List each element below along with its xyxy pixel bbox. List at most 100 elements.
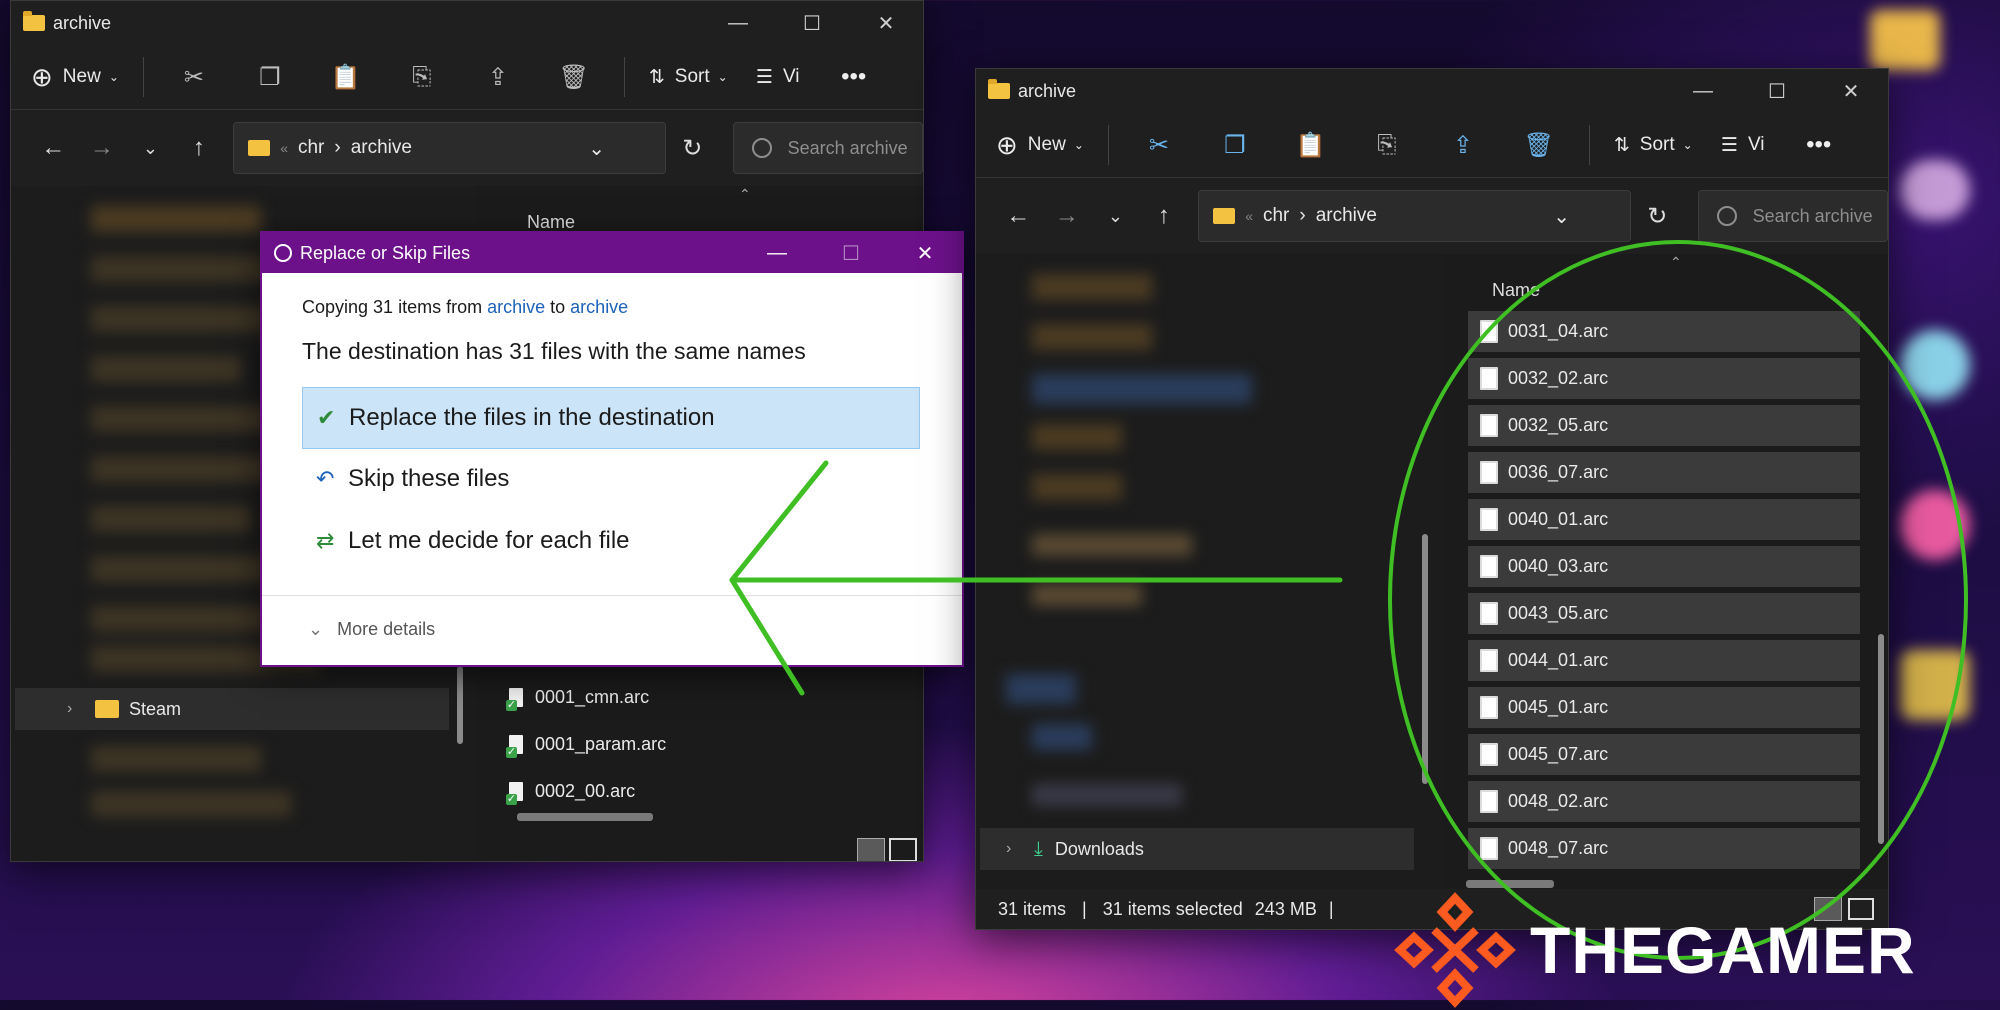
address-bar[interactable]: « chr › archive ⌄ — [233, 122, 667, 174]
file-icon — [506, 735, 523, 758]
rename-button[interactable]: ⎘ — [396, 55, 448, 99]
cut-icon: ✂ — [183, 63, 204, 91]
list-item-selected[interactable]: 0045_01.arc — [1468, 687, 1860, 728]
view-button[interactable]: ☰ Vi — [752, 55, 804, 99]
breadcrumb-chr[interactable]: chr — [298, 137, 324, 159]
address-bar[interactable]: « chr › archive ⌄ — [1198, 190, 1632, 242]
skip-files-option[interactable]: ↶ Skip these files — [302, 449, 918, 509]
refresh-button[interactable]: ↻ — [670, 125, 715, 171]
list-item-selected[interactable]: 0048_02.arc — [1468, 781, 1860, 822]
horizontal-scrollbar[interactable] — [1466, 880, 1554, 888]
dest-link[interactable]: archive — [570, 297, 628, 317]
maximize-button[interactable]: ☐ — [1740, 69, 1814, 113]
minimize-button[interactable]: — — [1666, 69, 1740, 113]
compare-icon: ⇄ — [316, 528, 335, 553]
cut-button[interactable]: ✂ — [168, 55, 220, 99]
column-header-name[interactable]: Name — [527, 212, 575, 233]
maximize-button[interactable]: ☐ — [775, 1, 849, 45]
list-item-selected[interactable]: 0043_05.arc — [1468, 593, 1860, 634]
list-item-selected[interactable]: 0032_05.arc — [1468, 405, 1860, 446]
breadcrumb-archive[interactable]: archive — [1316, 205, 1377, 227]
replace-or-skip-dialog: Replace or Skip Files — ☐ ✕ Copying 31 i… — [260, 231, 964, 667]
dialog-minimize-button[interactable]: — — [740, 233, 814, 273]
paste-button[interactable]: 📋 — [320, 55, 372, 99]
left-window-controls: — ☐ ✕ — [701, 1, 923, 45]
up-button[interactable]: ↑ — [177, 125, 222, 171]
up-button[interactable]: ↑ — [1142, 193, 1187, 239]
decide-each-option[interactable]: ⇄ Let me decide for each file — [302, 511, 918, 571]
nav-scrollbar[interactable] — [457, 666, 463, 744]
sidebar-item-downloads[interactable]: › ⤓ Downloads — [1006, 828, 1144, 870]
minimize-button[interactable]: — — [701, 1, 775, 45]
rename-button[interactable]: ⎘ — [1361, 123, 1413, 167]
share-button[interactable]: ⇪ — [472, 55, 524, 99]
source-link[interactable]: archive — [487, 297, 545, 317]
list-item-selected[interactable]: 0032_02.arc — [1468, 358, 1860, 399]
breadcrumb-archive[interactable]: archive — [351, 137, 412, 159]
cut-button[interactable]: ✂ — [1133, 123, 1185, 167]
nav-scrollbar[interactable] — [1422, 534, 1428, 784]
list-item[interactable]: 0001_cmn.arc — [506, 676, 923, 719]
new-button[interactable]: ⊕ New ⌄ — [31, 55, 119, 99]
new-button[interactable]: ⊕ New ⌄ — [996, 123, 1084, 167]
horizontal-scrollbar[interactable] — [517, 813, 653, 821]
copy-info: Copying 31 items from archive to archive — [302, 297, 628, 318]
file-icon — [1480, 414, 1498, 437]
close-button[interactable]: ✕ — [849, 1, 923, 45]
arrow-up-icon: ↑ — [1157, 202, 1170, 229]
list-item-selected[interactable]: 0044_01.arc — [1468, 640, 1860, 681]
recent-button[interactable]: ⌄ — [128, 125, 173, 171]
dialog-maximize-button[interactable]: ☐ — [814, 233, 888, 273]
file-name: 0001_cmn.arc — [535, 687, 650, 707]
sort-button[interactable]: ⇅ Sort ⌄ — [1614, 123, 1693, 167]
sidebar-item-steam[interactable]: › Steam — [67, 688, 181, 730]
list-item-selected[interactable]: 0036_07.arc — [1468, 452, 1860, 493]
breadcrumb-chr[interactable]: chr — [1263, 205, 1289, 227]
tiles-view-icon[interactable] — [889, 838, 917, 861]
forward-button[interactable]: → — [80, 125, 125, 171]
more-details-toggle[interactable]: ⌄ More details — [308, 619, 435, 640]
left-window-title: archive — [53, 12, 112, 33]
replace-files-option[interactable]: ✔ Replace the files in the destination — [302, 387, 920, 449]
search-input[interactable]: Search archive — [1697, 190, 1888, 242]
view-label: Vi — [782, 66, 800, 87]
ellipsis-icon: ••• — [1806, 131, 1832, 158]
dialog-window-controls: — ☐ ✕ — [740, 233, 962, 273]
delete-button[interactable]: 🗑 — [548, 55, 600, 99]
sort-icon: ⇅ — [1613, 134, 1630, 156]
more-options-button[interactable]: ••• — [1793, 123, 1845, 167]
chevron-down-icon[interactable]: ⌄ — [1553, 204, 1570, 229]
refresh-button[interactable]: ↻ — [1635, 193, 1680, 239]
view-button[interactable]: ☰ Vi — [1717, 123, 1769, 167]
list-item-selected[interactable]: 0040_01.arc — [1468, 499, 1860, 540]
paste-button[interactable]: 📋 — [1285, 123, 1337, 167]
details-view-icon[interactable] — [857, 838, 885, 861]
list-item-selected[interactable]: 0040_03.arc — [1468, 546, 1860, 587]
recent-button[interactable]: ⌄ — [1093, 193, 1138, 239]
option-label: Skip these files — [348, 465, 510, 492]
list-item-selected[interactable]: 0031_04.arc — [1468, 311, 1860, 352]
share-button[interactable]: ⇪ — [1437, 123, 1489, 167]
file-icon — [1480, 555, 1498, 578]
forward-button[interactable]: → — [1045, 193, 1090, 239]
list-item-selected[interactable]: 0048_07.arc — [1468, 828, 1860, 869]
close-button[interactable]: ✕ — [1814, 69, 1888, 113]
list-item[interactable]: 0002_00.arc — [506, 770, 923, 813]
copy-icon: ❐ — [1224, 131, 1246, 159]
back-button[interactable]: ← — [31, 125, 76, 171]
copy-button[interactable]: ❐ — [244, 55, 296, 99]
copy-button[interactable]: ❐ — [1209, 123, 1261, 167]
delete-button[interactable]: 🗑 — [1513, 123, 1565, 167]
list-item[interactable]: 0001_param.arc — [506, 723, 923, 766]
search-placeholder: Search archive — [787, 137, 908, 158]
back-button[interactable]: ← — [996, 193, 1041, 239]
more-options-button[interactable]: ••• — [828, 55, 880, 99]
dialog-close-button[interactable]: ✕ — [888, 233, 962, 273]
file-list-scrollbar[interactable] — [1878, 634, 1884, 844]
checkmark-icon: ✔ — [317, 405, 336, 430]
list-item-selected[interactable]: 0045_07.arc — [1468, 734, 1860, 775]
sort-button[interactable]: ⇅ Sort ⌄ — [649, 55, 728, 99]
chevron-down-icon[interactable]: ⌄ — [588, 136, 605, 161]
search-input[interactable]: Search archive — [732, 122, 923, 174]
column-header-name[interactable]: Name — [1492, 280, 1540, 301]
